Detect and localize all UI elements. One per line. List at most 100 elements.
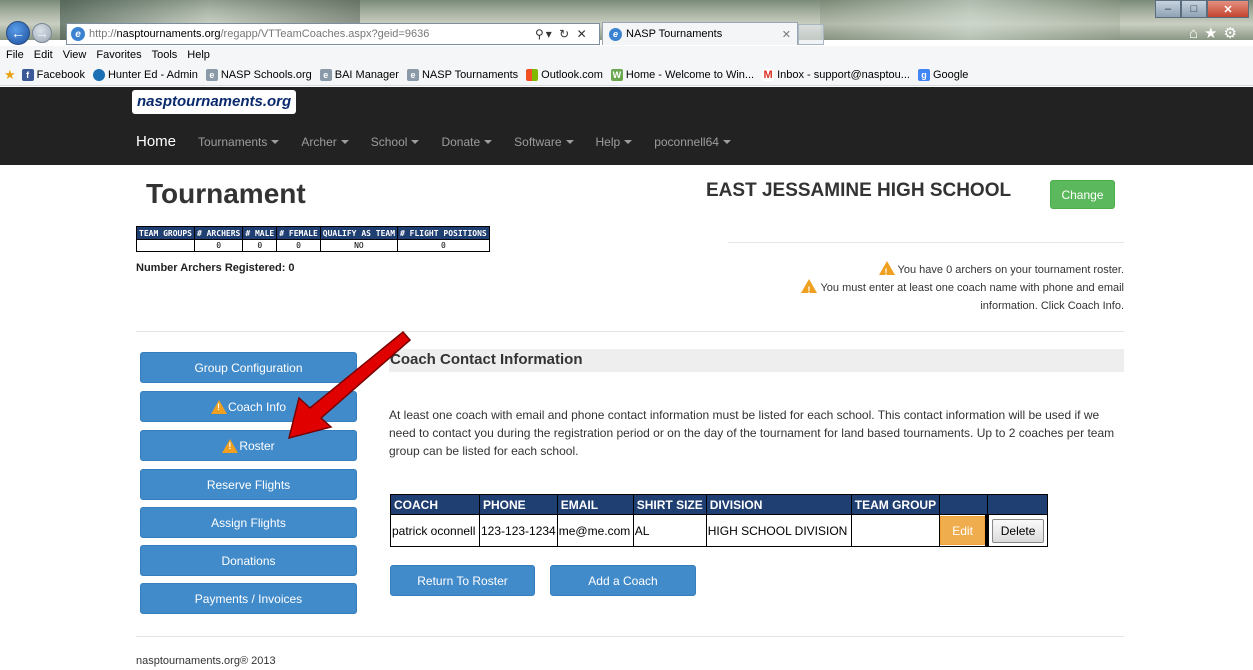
return-to-roster-button[interactable]: Return To Roster — [390, 565, 535, 596]
forward-button[interactable]: → — [32, 23, 52, 43]
browser-menubar: File Edit View Favorites Tools Help — [0, 46, 1253, 64]
browser-tab[interactable]: e NASP Tournaments ✕ — [602, 22, 798, 45]
favorites-bar: ★ f Facebook Hunter Ed - Admin e NASP Scho… — [0, 64, 1253, 86]
change-school-button[interactable]: Change — [1050, 180, 1115, 209]
caret-down-icon — [340, 140, 349, 145]
favorite-home-welcome[interactable]: W Home - Welcome to Win... — [610, 68, 754, 81]
warning-icon — [878, 261, 895, 281]
archers-registered: Number Archers Registered: 0 — [136, 262, 295, 274]
divider — [136, 331, 1124, 332]
favorite-outlook[interactable]: Outlook.com — [526, 68, 603, 81]
maximize-button[interactable]: □ — [1181, 0, 1207, 18]
sidebar-coach-info[interactable]: Coach Info — [140, 391, 357, 422]
menu-edit[interactable]: Edit — [34, 49, 53, 61]
favorites-star-icon[interactable]: ★ — [1204, 25, 1223, 42]
edit-coach-button[interactable]: Edit — [940, 516, 986, 545]
cell-team-group — [850, 514, 941, 547]
nav-software[interactable]: Software — [514, 135, 574, 149]
nav-donate[interactable]: Donate — [441, 135, 493, 149]
nav-user[interactable]: poconnell64 — [654, 135, 731, 149]
favorite-nasp-schools[interactable]: e NASP Schools.org — [205, 68, 312, 81]
close-tab-icon[interactable]: ✕ — [782, 28, 791, 41]
coach-warning-continued: information. Click Coach Info. — [980, 300, 1124, 312]
gear-icon[interactable]: ⚙ — [1224, 25, 1243, 42]
nav-tournaments[interactable]: Tournaments — [198, 135, 280, 149]
delete-coach-button[interactable]: Delete — [992, 518, 1045, 543]
table-row: patrick oconnell 123-123-1234 me@me.com … — [390, 514, 1049, 547]
coach-section-intro: At least one coach with email and phone … — [389, 408, 1115, 458]
forward-arrow-icon: → — [35, 25, 49, 41]
menu-favorites[interactable]: Favorites — [96, 49, 141, 61]
back-button[interactable]: ← — [6, 21, 30, 45]
stop-icon[interactable]: ✕ — [577, 27, 589, 41]
stats-header: # MALE — [242, 226, 278, 240]
window-controls: – □ ✕ — [1155, 0, 1249, 18]
favorite-inbox[interactable]: M Inbox - support@nasptou... — [762, 68, 910, 81]
url-host: nasptournaments.org — [116, 28, 221, 40]
divider — [728, 242, 1124, 243]
site-logo[interactable]: nasptournaments.org — [132, 90, 297, 114]
caret-down-icon — [411, 140, 420, 145]
warning-icon — [801, 279, 818, 299]
favorites-star-icon[interactable]: ★ — [4, 67, 16, 83]
favorite-facebook[interactable]: f Facebook — [21, 68, 85, 81]
stats-value: 0 — [242, 239, 278, 252]
stats-value — [136, 239, 195, 252]
address-bar[interactable]: e http://nasptournaments.org/regapp/VTTe… — [66, 23, 600, 45]
menu-file[interactable]: File — [6, 49, 24, 61]
sidebar-reserve-flights[interactable]: Reserve Flights — [140, 469, 357, 500]
address-tools[interactable]: ⚲▾ ↻ ✕ — [535, 27, 589, 41]
close-window-button[interactable]: ✕ — [1207, 0, 1249, 18]
globe-icon — [92, 68, 105, 81]
warning-icon — [210, 399, 227, 414]
menu-view[interactable]: View — [63, 49, 87, 61]
col-header-shirt-size: SHIRT SIZE — [632, 494, 707, 515]
search-icon[interactable]: ⚲ — [535, 27, 546, 41]
minimize-button[interactable]: – — [1155, 0, 1181, 18]
divider — [136, 636, 1124, 637]
home-icon[interactable]: ⌂ — [1189, 25, 1204, 42]
facebook-icon: f — [21, 68, 34, 81]
stats-value: 0 — [397, 239, 490, 252]
stats-value: 0 — [193, 239, 244, 252]
nav-home[interactable]: Home — [136, 133, 176, 150]
col-header-edit — [939, 494, 988, 515]
stats-header: # FEMALE — [276, 226, 321, 240]
sidebar-donations[interactable]: Donations — [140, 545, 357, 576]
google-icon: g — [917, 68, 930, 81]
stats-header: TEAM GROUPS — [136, 226, 195, 240]
caret-down-icon — [565, 140, 574, 145]
sidebar-payments-invoices[interactable]: Payments / Invoices — [140, 583, 357, 614]
sidebar-group-configuration[interactable]: Group Configuration — [140, 352, 357, 383]
favorite-bai-manager[interactable]: e BAI Manager — [319, 68, 399, 81]
menu-tools[interactable]: Tools — [152, 49, 178, 61]
sidebar-assign-flights[interactable]: Assign Flights — [140, 507, 357, 538]
warnings-panel: You have 0 archers on your tournament ro… — [801, 261, 1124, 315]
favorite-hunter-ed[interactable]: Hunter Ed - Admin — [92, 68, 198, 81]
tournament-stats-table: TEAM GROUPS # ARCHERS # MALE # FEMALE QU… — [136, 226, 490, 252]
cell-phone: 123-123-1234 — [479, 514, 558, 547]
back-arrow-icon: ← — [11, 25, 25, 41]
coach-table: COACH PHONE EMAIL SHIRT SIZE DIVISION TE… — [390, 494, 1049, 547]
gmail-icon: M — [762, 68, 775, 81]
refresh-icon[interactable]: ↻ — [559, 27, 571, 41]
url-path: /regapp/VTTeamCoaches.aspx?geid=9636 — [220, 28, 430, 40]
nav-school[interactable]: School — [371, 135, 420, 149]
col-header-division: DIVISION — [705, 494, 852, 515]
browser-right-icons: ⌂★⚙ — [1189, 24, 1243, 42]
col-header-phone: PHONE — [479, 494, 558, 515]
add-coach-button[interactable]: Add a Coach — [550, 565, 696, 596]
favorite-nasp-tournaments[interactable]: e NASP Tournaments — [406, 68, 518, 81]
col-header-email: EMAIL — [556, 494, 634, 515]
caret-down-icon — [624, 140, 633, 145]
sidebar-roster[interactable]: Roster — [140, 430, 357, 461]
caret-down-icon — [271, 140, 280, 145]
favorite-google[interactable]: g Google — [917, 68, 968, 81]
page-title: Tournament — [146, 178, 306, 209]
nav-archer[interactable]: Archer — [301, 135, 349, 149]
titlebar-background — [820, 0, 1120, 40]
menu-help[interactable]: Help — [187, 49, 210, 61]
new-tab-button[interactable] — [798, 24, 824, 45]
nav-help[interactable]: Help — [596, 135, 633, 149]
cell-delete: Delete — [986, 514, 1049, 547]
